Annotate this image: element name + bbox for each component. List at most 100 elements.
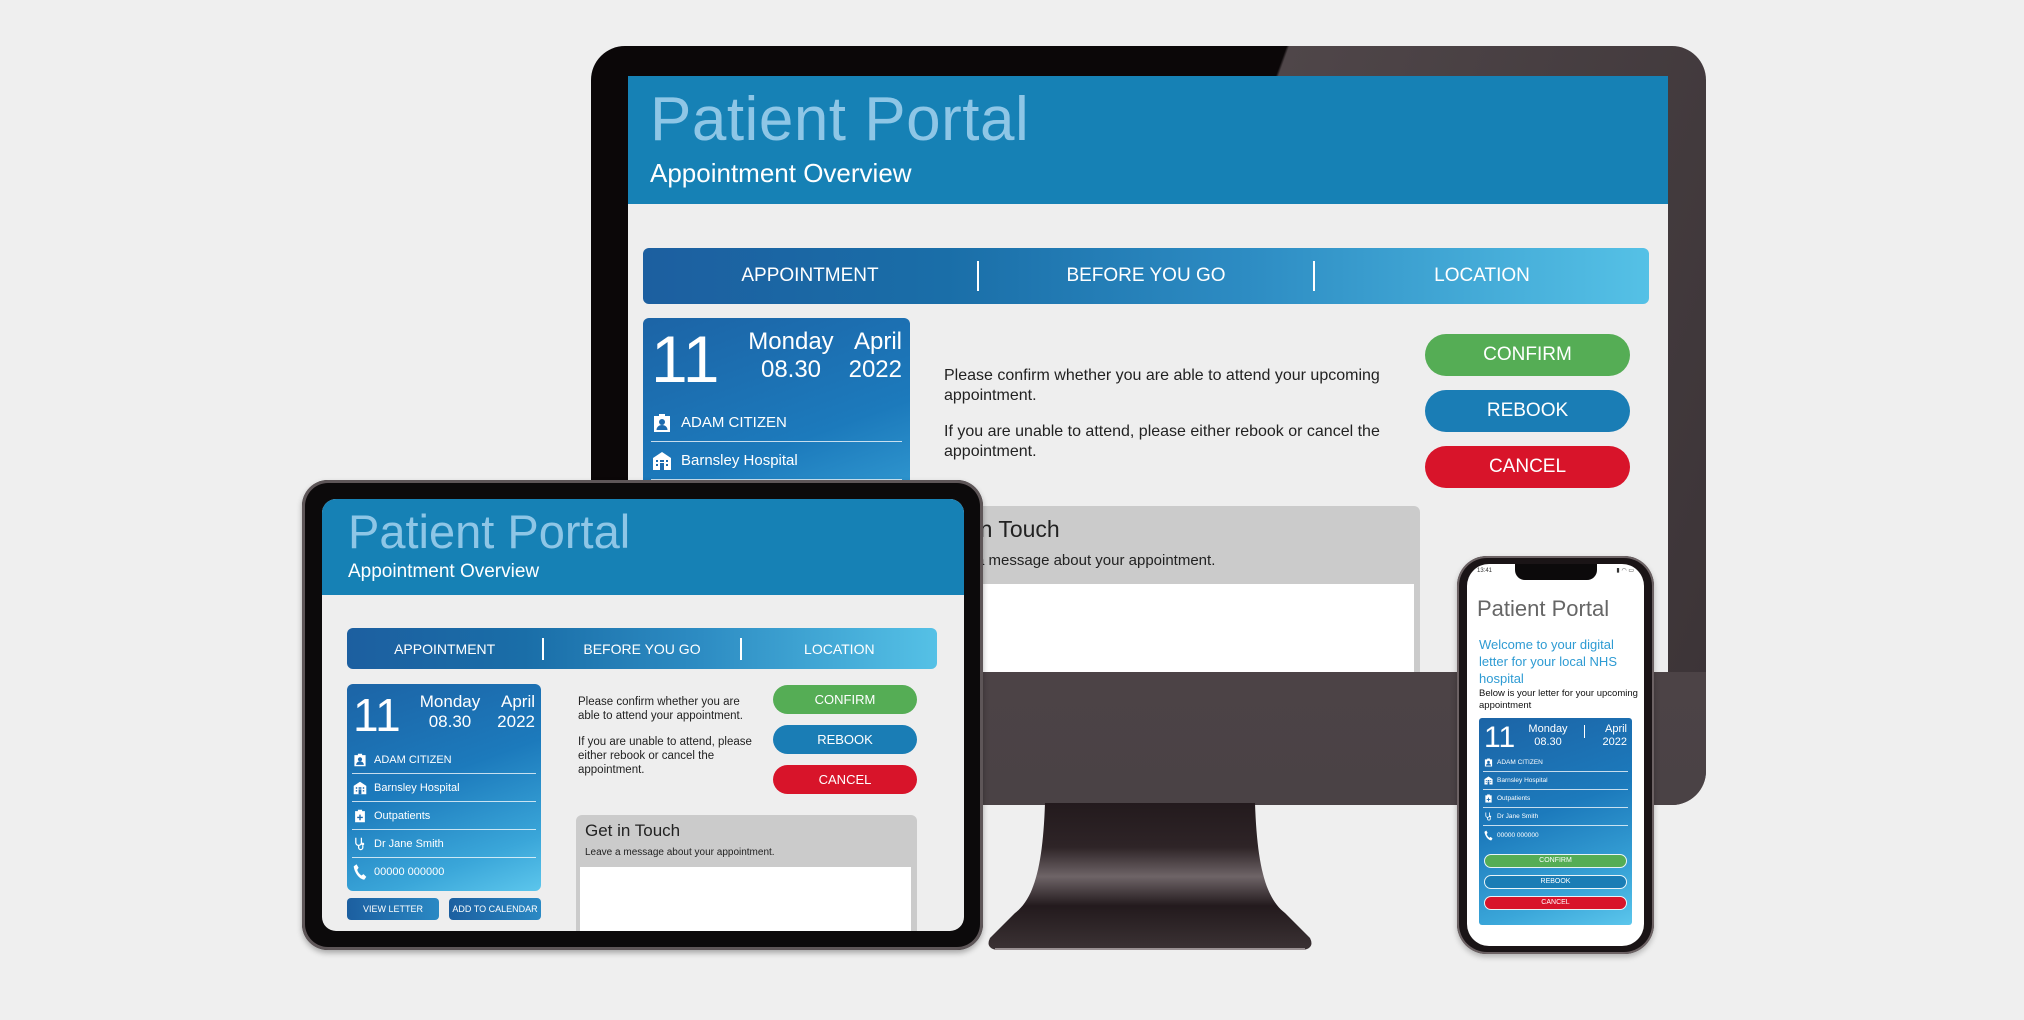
message-input[interactable] (924, 584, 1414, 672)
cancel-button[interactable]: CANCEL (1425, 446, 1630, 488)
appointment-card: 11 Monday 08.30 April 2022 ADAM CITIZEN … (1479, 718, 1632, 925)
doctor-name: Dr Jane Smith (374, 837, 444, 850)
tab-location[interactable]: LOCATION (742, 641, 937, 657)
appointment-month-year: April 2022 (832, 328, 902, 383)
hospital-icon (651, 451, 673, 471)
desktop-monitor-stand (988, 803, 1312, 950)
rebook-button[interactable]: REBOOK (1425, 390, 1630, 432)
instructions: Please confirm whether you are able to a… (578, 695, 763, 789)
phone-notch (1515, 564, 1597, 580)
appointment-time: 08.30 (428, 711, 472, 731)
appointment-month: April (1604, 723, 1627, 735)
appointment-month-year: April 2022 (1595, 723, 1627, 748)
phone-icon (352, 863, 368, 881)
detail-row-patient: ADAM CITIZEN (1483, 754, 1628, 772)
appointment-time: 08.30 (1534, 735, 1562, 748)
tab-before-you-go[interactable]: BEFORE YOU GO (544, 641, 739, 657)
appointment-day: 11 (353, 689, 401, 741)
detail-row-hospital: Barnsley Hospital (651, 442, 902, 480)
detail-row-hospital: Barnsley Hospital (1483, 772, 1628, 790)
clipboard-icon (1483, 794, 1493, 803)
tab-appointment[interactable]: APPOINTMENT (347, 641, 542, 657)
patient-badge-icon (1483, 758, 1493, 767)
detail-row-doctor: Dr Jane Smith (352, 830, 536, 858)
tab-bar: APPOINTMENT BEFORE YOU GO LOCATION (347, 628, 937, 669)
page-title: Patient Portal (1477, 596, 1610, 621)
patient-name: ADAM CITIZEN (374, 753, 452, 766)
appointment-year: 2022 (497, 711, 535, 731)
instructions-rebook: If you are unable to attend, please eith… (944, 423, 1380, 460)
confirm-button[interactable]: CONFIRM (1484, 854, 1627, 868)
page-title: Patient Portal (650, 85, 1030, 154)
get-in-touch-title: Get in Touch (585, 821, 681, 840)
status-bar-time: 13:41 (1477, 568, 1493, 574)
view-letter-button[interactable]: VIEW LETTER (347, 898, 439, 920)
rebook-button[interactable]: REBOOK (1484, 875, 1627, 889)
department-name: Outpatients (374, 809, 431, 822)
detail-row-patient: ADAM CITIZEN (352, 746, 536, 774)
hospital-icon (1483, 776, 1493, 785)
tab-before-you-go[interactable]: BEFORE YOU GO (979, 265, 1313, 287)
appointment-year: 2022 (848, 355, 902, 383)
instructions: Please confirm whether you are able to a… (944, 366, 1384, 478)
appointment-weekday-time: Monday 08.30 (1523, 723, 1573, 748)
stethoscope-icon (352, 837, 368, 851)
tab-location[interactable]: LOCATION (1315, 265, 1649, 287)
phone-screen: 13:41 ▮ ◠ ▭ Patient Portal Welcome to yo… (1467, 564, 1644, 946)
get-in-touch-subtitle: Leave a message about your appointment. (585, 847, 775, 858)
welcome-heading: Welcome to your digital letter for your … (1479, 637, 1617, 686)
detail-row-department: Outpatients (352, 802, 536, 830)
hospital-icon (352, 781, 368, 795)
appointment-weekday-time: Monday 08.30 (415, 692, 485, 731)
phone-number[interactable]: 00000 000000 (374, 866, 444, 878)
clipboard-icon (352, 809, 368, 823)
page-header: Patient Portal Appointment Overview (322, 499, 964, 595)
appointment-month-year: April 2022 (485, 692, 535, 731)
detail-row-doctor: Dr Jane Smith (1483, 808, 1628, 826)
cancel-button[interactable]: CANCEL (1484, 896, 1627, 910)
confirm-button[interactable]: CONFIRM (773, 685, 917, 714)
get-in-touch-panel: Get in Touch Leave a message about your … (918, 506, 1420, 672)
confirm-button[interactable]: CONFIRM (1425, 334, 1630, 376)
hospital-name: Barnsley Hospital (374, 781, 460, 794)
appointment-time: 08.30 (760, 355, 822, 383)
appointment-day: 11 (1484, 721, 1516, 754)
tab-bar: APPOINTMENT BEFORE YOU GO LOCATION (643, 248, 1649, 304)
appointment-weekday-time: Monday 08.30 (741, 328, 841, 383)
get-in-touch-panel: Get in Touch Leave a message about your … (576, 815, 917, 931)
detail-row-phone: 00000 000000 (1483, 826, 1628, 844)
phone-number[interactable]: 00000 000000 (1497, 832, 1539, 839)
hospital-name: Barnsley Hospital (1497, 777, 1548, 784)
status-bar-icons: ▮ ◠ ▭ (1616, 567, 1634, 574)
patient-badge-icon (651, 413, 673, 433)
instructions-confirm: Please confirm whether you are able to a… (578, 696, 743, 722)
rebook-button[interactable]: REBOOK (773, 725, 917, 754)
detail-row-phone: 00000 000000 (352, 858, 536, 886)
page-subtitle: Appointment Overview (650, 158, 912, 188)
instructions-rebook: If you are unable to attend, please eith… (578, 736, 752, 776)
appointment-month: April (853, 328, 902, 355)
appointment-month: April (500, 692, 535, 711)
hospital-name: Barnsley Hospital (681, 452, 798, 469)
detail-row-patient: ADAM CITIZEN (651, 404, 902, 442)
instructions-confirm: Please confirm whether you are able to a… (944, 367, 1380, 404)
wifi-icon: ◠ (1621, 568, 1627, 574)
appointment-card: 11 Monday 08.30 April 2022 ADAM CITIZEN … (347, 684, 541, 891)
stethoscope-icon (1483, 812, 1493, 821)
message-input[interactable] (580, 867, 911, 931)
tab-appointment[interactable]: APPOINTMENT (643, 265, 977, 287)
page-title: Patient Portal (348, 505, 631, 558)
appointment-day: 11 (651, 322, 720, 396)
appointment-year: 2022 (1602, 735, 1627, 748)
cancel-button[interactable]: CANCEL (773, 765, 917, 794)
appointment-weekday: Monday (1528, 723, 1568, 735)
signal-icon: ▮ (1616, 568, 1620, 574)
appointment-weekday: Monday (748, 328, 834, 355)
phone-icon (1483, 830, 1493, 841)
add-to-calendar-button[interactable]: ADD TO CALENDAR (449, 898, 541, 920)
battery-icon: ▭ (1628, 568, 1634, 574)
appointment-weekday: Monday (419, 692, 481, 711)
patient-name: ADAM CITIZEN (681, 414, 787, 431)
page-subtitle: Appointment Overview (348, 561, 540, 582)
doctor-name: Dr Jane Smith (1497, 813, 1539, 820)
